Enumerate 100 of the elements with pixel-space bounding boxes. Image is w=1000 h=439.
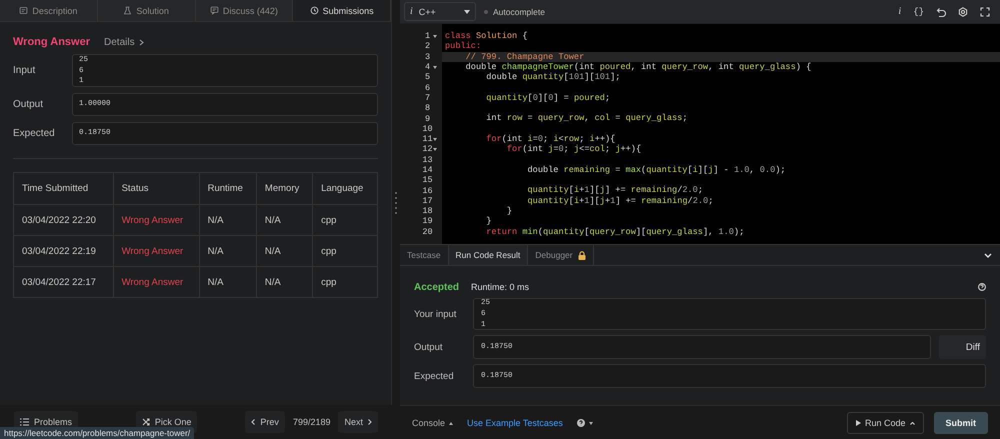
code-line: for(int j=0; j<=col; j++){ [506, 144, 642, 155]
info-button[interactable]: i [898, 6, 902, 17]
tab[interactable]: Description [0, 0, 98, 21]
next-button[interactable]: Next [338, 411, 378, 433]
collapse-chevron-icon[interactable] [984, 252, 992, 258]
line-number: 8 [424, 103, 431, 114]
field-label: Expected [414, 370, 455, 382]
chevron-up-icon [910, 422, 914, 424]
clock-icon [310, 6, 319, 15]
code-line: for(int i=0; i<row; i++){ [485, 134, 616, 144]
shuffle-icon [142, 418, 150, 426]
field-label: Expected [13, 128, 56, 139]
code-line: public: [444, 41, 482, 52]
table-cell: N/A [199, 236, 256, 266]
table-cell: cpp [312, 236, 378, 266]
line-number: 2 [424, 41, 431, 52]
table-cell: N/A [256, 204, 313, 236]
field-label: Input [13, 65, 36, 76]
code-line: quantity[i+1][j+1] += remaining/2.0; [526, 196, 714, 206]
chat-icon [210, 6, 219, 15]
line-number: 9 [424, 114, 431, 124]
tab[interactable]: Solution [98, 0, 196, 21]
column-header: Status [113, 172, 200, 204]
line-number: 12 [424, 144, 431, 154]
column-header: Memory [256, 172, 313, 204]
column-header: Time Submitted [14, 172, 114, 204]
line-number: 15 [424, 175, 431, 186]
code-line: double remaining = max(quantity[i][j] - 1.0, 0.0); [526, 164, 787, 176]
document-icon [19, 6, 28, 15]
code-line: double champagneTower(int poured, int query_row, int query_glass) { [464, 62, 812, 72]
drag-handle-icon[interactable] [395, 190, 397, 214]
caret-up-icon [449, 422, 454, 424]
table-cell: N/A [256, 236, 313, 266]
play-icon [856, 420, 861, 426]
table-cell: 03/04/2022 22:19 [14, 236, 114, 266]
help-icon[interactable] [978, 283, 986, 291]
line-number: 10 [424, 124, 431, 134]
table-cell: Wrong Answer [113, 204, 200, 236]
line-number: 18 [424, 206, 431, 216]
line-number: 17 [424, 196, 431, 206]
table-cell: cpp [312, 204, 378, 236]
line-number: 7 [424, 92, 431, 103]
format-button[interactable]: {} [913, 6, 924, 16]
diff-button[interactable]: Diff [939, 335, 986, 359]
tab[interactable]: Run Code Result [448, 245, 528, 265]
details-link[interactable]: Details [104, 36, 144, 48]
code-line: int row = query_row, col = query_glass; [485, 113, 688, 124]
caret-down-icon [588, 422, 593, 424]
example-testcases-link[interactable]: Use Example Testcases [467, 418, 563, 428]
status-dot [484, 10, 488, 14]
code-line: class Solution { [444, 31, 529, 42]
run-code-button[interactable]: Run Code [846, 412, 924, 434]
lock-icon [578, 250, 586, 260]
table-cell: 03/04/2022 22:17 [14, 266, 114, 298]
line-number: 6 [424, 82, 431, 93]
line-number: 16 [424, 186, 431, 196]
column-header: Language [312, 172, 378, 204]
fold-icon[interactable] [432, 148, 436, 151]
table-cell: N/A [256, 266, 313, 298]
table-cell: Wrong Answer [113, 266, 200, 298]
submit-button[interactable]: Submit [934, 412, 988, 434]
code-line: quantity[i+1][j] += remaining/2.0; [526, 185, 704, 196]
language-dropdown[interactable]: i C++ [404, 2, 476, 21]
fold-icon[interactable] [432, 138, 436, 141]
table-cell: cpp [312, 266, 378, 298]
autocomplete-label[interactable]: Autocomplete [493, 6, 545, 16]
tab[interactable]: Debugger [528, 245, 594, 265]
undo-icon[interactable] [936, 6, 946, 16]
line-number: 4 [424, 62, 431, 72]
settings-icon[interactable] [958, 6, 968, 16]
fold-icon[interactable] [432, 34, 436, 38]
result-status: Accepted [414, 282, 460, 292]
code-line: quantity[0][0] = poured; [485, 92, 612, 104]
help-icon [576, 419, 585, 427]
table-cell: N/A [199, 266, 256, 298]
console-button[interactable]: Console [412, 418, 454, 428]
line-number: 19 [424, 216, 431, 226]
chevron-right-icon [138, 38, 144, 46]
line-number: 3 [424, 52, 431, 62]
line-number: 14 [424, 165, 431, 175]
field-label: Your input [414, 308, 458, 320]
code-line: } [485, 216, 492, 227]
chevron-right-icon [368, 419, 372, 425]
help-button[interactable] [576, 419, 593, 427]
code-line: double quantity[101][101]; [485, 72, 622, 82]
flask-icon [123, 6, 132, 15]
line-number: 5 [424, 72, 431, 82]
column-header: Runtime [199, 172, 256, 204]
fold-icon[interactable] [432, 66, 436, 69]
table-cell: N/A [199, 204, 256, 236]
tab[interactable]: Submissions [293, 0, 391, 21]
line-number: 20 [424, 226, 431, 237]
line-number: 1 [424, 31, 431, 42]
fullscreen-icon[interactable] [980, 6, 990, 16]
code-line: } [506, 206, 514, 216]
result-status: Wrong Answer [13, 36, 90, 48]
prev-button[interactable]: Prev [245, 411, 285, 433]
problem-counter: 799/2189 [292, 417, 332, 427]
line-number: 13 [424, 154, 431, 165]
table-cell: 03/04/2022 22:20 [14, 204, 114, 236]
